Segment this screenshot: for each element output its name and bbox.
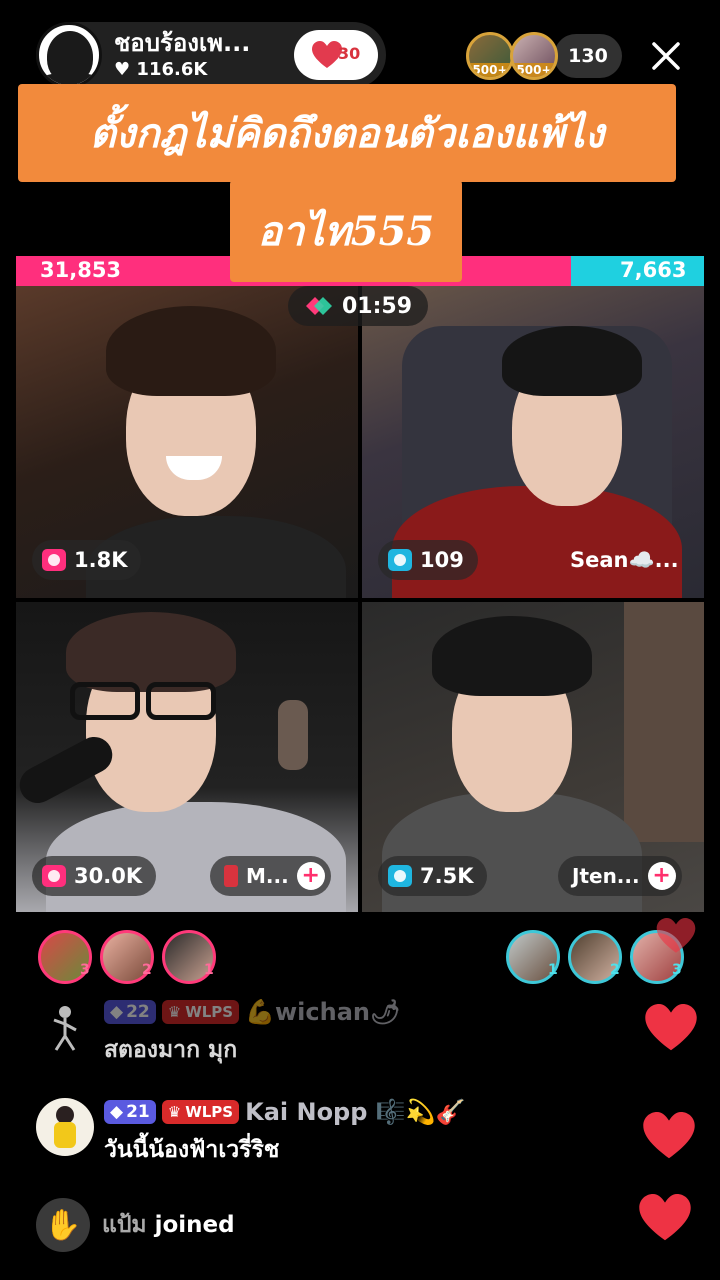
fan-club-button[interactable]: 30	[294, 30, 378, 80]
camera-icon	[42, 549, 66, 571]
floating-heart-icon	[656, 918, 696, 953]
battle-icon	[305, 297, 332, 315]
caption-banner-line2: อาไท555	[230, 180, 462, 282]
caption-banner-line1: ตั้งกฎไม่คิดถึงตอนตัวเองแพ้ไง	[18, 84, 676, 182]
right-supporter-rank: 3	[672, 962, 682, 978]
left-supporter-rank: 2	[142, 962, 152, 978]
guest-name-pill[interactable]: Jten... +	[558, 856, 682, 896]
guest-name: Jten...	[572, 864, 640, 888]
follow-plus-button[interactable]: +	[296, 862, 325, 890]
guest-name: M...	[246, 864, 289, 888]
host-info-pill[interactable]: ชอบร้องเพ... ♥ 116.6K 30	[36, 22, 386, 88]
user-level-badge: ◆ 22	[104, 1000, 156, 1024]
camera-icon	[388, 549, 412, 571]
caption-text-line2: อาไท555	[257, 208, 435, 255]
join-username[interactable]: แป้ม	[102, 1212, 147, 1238]
diamond-icon: ◆	[110, 1002, 124, 1022]
guest-score-pill[interactable]: 30.0K	[32, 856, 157, 896]
join-notice: ✋ แป้ม joined	[36, 1198, 235, 1252]
host-avatar[interactable]	[36, 22, 102, 88]
guest-score: 30.0K	[74, 864, 143, 888]
close-icon[interactable]	[646, 36, 686, 76]
viewer-count[interactable]: 130	[554, 34, 622, 78]
diamond-icon: ◆	[110, 1102, 124, 1122]
guest-name-pill[interactable]: M... +	[210, 856, 331, 896]
commenter-avatar[interactable]	[36, 998, 94, 1056]
comment-text: วันนี้น้องฟ้าเวรี่ริช	[104, 1137, 280, 1163]
camera-icon	[388, 865, 412, 887]
join-action: joined	[154, 1212, 235, 1238]
guest-score-pill[interactable]: 1.8K	[32, 540, 142, 580]
battle-timer-text: 01:59	[341, 293, 413, 319]
right-supporter-rank: 1	[548, 962, 558, 978]
dancing-figure-icon	[53, 1006, 77, 1051]
left-supporter-rank: 1	[204, 962, 214, 978]
caption-text-line1: ตั้งกฎไม่คิดถึงตอนตัวเองแพ้ไง	[89, 110, 605, 157]
follow-plus-button[interactable]: +	[647, 862, 676, 890]
battle-timer: 01:59	[288, 286, 428, 326]
wave-hand-icon: ✋	[36, 1198, 90, 1252]
shield-icon: ♛	[167, 1003, 182, 1021]
chat-comment[interactable]: ◆ 22 ♛ WLPS 💪wichan🌶 สตองมาก มุก	[36, 998, 400, 1068]
left-supporter-rank: 3	[80, 962, 90, 978]
comment-text: สตองมาก มุก	[104, 1037, 238, 1063]
host-likes-count: 116.6K	[136, 59, 208, 80]
heart-small-icon: ♥	[114, 59, 131, 80]
guest-score-pill[interactable]: 7.5K	[378, 856, 488, 896]
guest-score: 1.8K	[74, 548, 128, 572]
top-viewer-avatar[interactable]: 500+	[466, 32, 514, 80]
fan-club-badge: ♛ WLPS	[161, 1100, 240, 1124]
shield-icon: ♛	[167, 1103, 182, 1121]
multi-guest-grid: 1.8K 109 Sean☁️... 30.0K M... + 7.5K Jte…	[16, 286, 704, 912]
right-supporter-rank: 2	[610, 962, 620, 978]
top-viewers[interactable]: 500+ 500+ 130	[466, 32, 622, 80]
guest-score: 7.5K	[420, 864, 474, 888]
commenter-username[interactable]: Kai Nopp 🎼💫🎸	[245, 1098, 465, 1126]
host-name: ชอบร้องเพ...	[114, 29, 251, 57]
sticker-figure	[278, 700, 308, 770]
guest-score: 109	[420, 548, 464, 572]
guest-name[interactable]: Sean☁️...	[570, 548, 679, 573]
left-team-score: 31,853	[40, 258, 122, 282]
guest-score-pill[interactable]: 109	[378, 540, 478, 580]
floating-heart-icon	[643, 1112, 695, 1159]
floating-heart-icon	[639, 1194, 691, 1241]
right-team-score: 7,663	[620, 258, 687, 282]
host-likes: ♥ 116.6K	[114, 59, 294, 81]
fan-club-badge: ♛ WLPS	[161, 1000, 240, 1024]
top-viewer-badge: 500+	[469, 63, 511, 77]
user-level-badge: ◆ 21	[104, 1100, 156, 1124]
camera-icon	[42, 865, 66, 887]
chat-comment[interactable]: ◆ 21 ♛ WLPS Kai Nopp 🎼💫🎸 วันนี้น้องฟ้าเวรี…	[36, 1098, 465, 1168]
gift-icon	[224, 865, 238, 887]
guest-video-tile-1[interactable]: 1.8K	[16, 286, 358, 598]
floating-heart-icon	[645, 1004, 697, 1051]
top-viewer-avatar[interactable]: 500+	[510, 32, 558, 80]
guest-video-tile-4[interactable]: 7.5K Jten... +	[362, 602, 704, 912]
top-viewer-badge: 500+	[513, 63, 555, 77]
guest-video-tile-2[interactable]: 109 Sean☁️...	[362, 286, 704, 598]
guest-video-tile-3[interactable]: 30.0K M... +	[16, 602, 358, 912]
fan-club-level: 30	[338, 44, 361, 63]
commenter-avatar[interactable]	[36, 1098, 94, 1156]
commenter-username[interactable]: 💪wichan🌶	[245, 998, 400, 1026]
